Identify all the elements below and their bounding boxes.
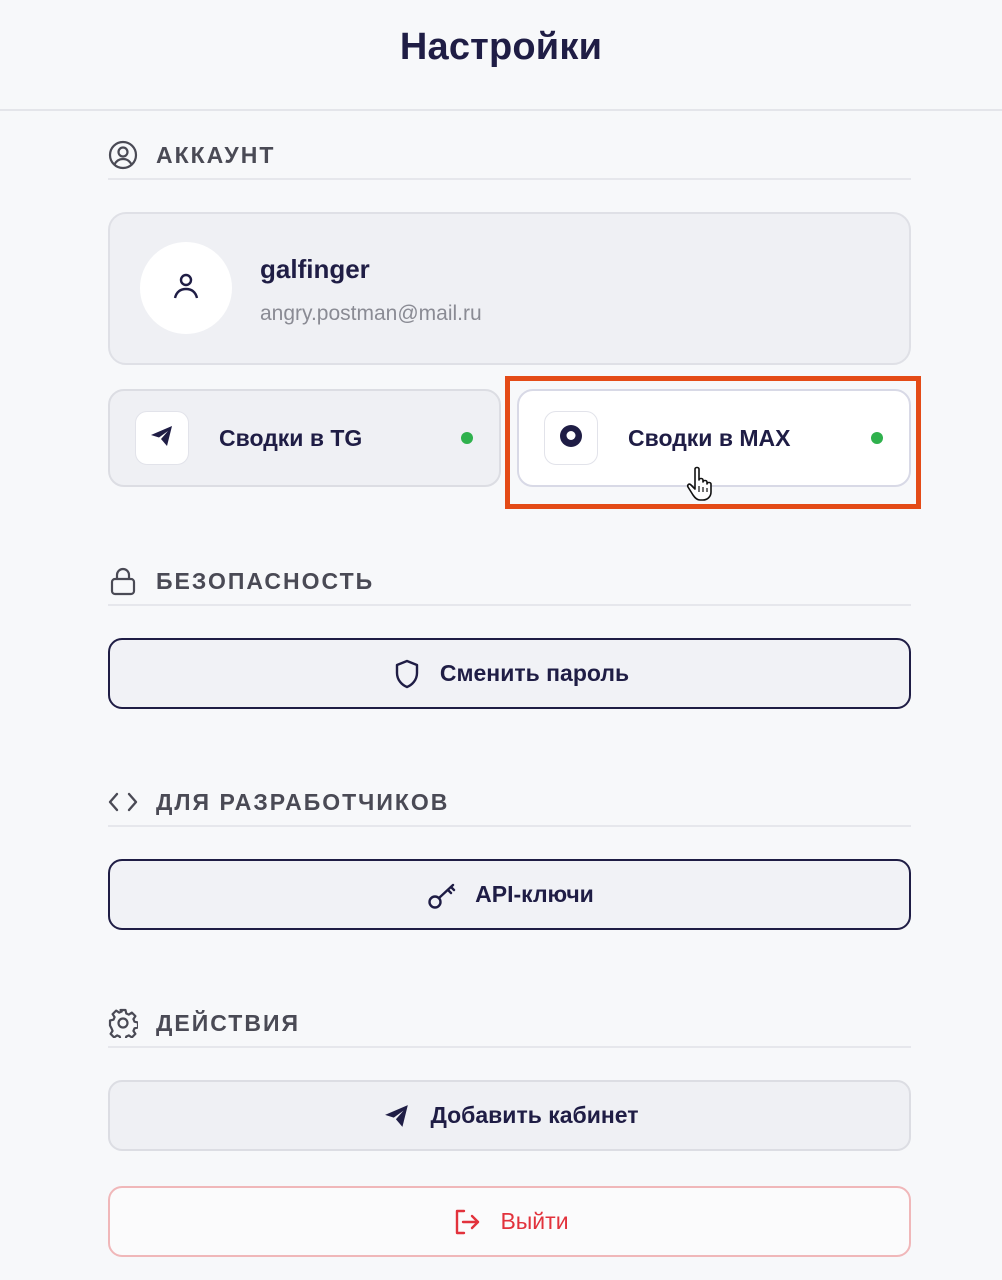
section-security-header: БЕЗОПАСНОСТЬ — [108, 558, 911, 606]
add-cabinet-button[interactable]: Добавить кабинет — [108, 1080, 911, 1151]
change-password-label: Сменить пароль — [439, 660, 630, 686]
digest-tg-badge — [135, 411, 189, 465]
digest-tg-label: Сводки в TG — [219, 424, 363, 451]
profile-username: galfinger — [260, 254, 370, 284]
digest-tg-status-dot — [461, 432, 473, 444]
gear-icon — [108, 1008, 138, 1038]
digest-tg-button[interactable]: Сводки в TG — [108, 389, 501, 487]
change-password-button[interactable]: Сменить пароль — [108, 638, 911, 709]
telegram-icon — [150, 425, 174, 452]
profile-card: galfinger angry.postman@mail.ru — [108, 212, 911, 365]
key-icon — [425, 878, 459, 912]
section-account-header: АККАУНТ — [108, 132, 911, 180]
api-keys-button[interactable]: API-ключи — [108, 859, 911, 930]
user-icon — [169, 269, 203, 308]
section-developers-title: ДЛЯ РАЗРАБОТЧИКОВ — [156, 788, 450, 815]
profile-email: angry.postman@mail.ru — [260, 302, 482, 325]
lock-icon — [108, 566, 138, 596]
page-title: Настройки — [399, 26, 603, 68]
section-security-title: БЕЗОПАСНОСТЬ — [156, 567, 375, 594]
logout-label: Выйти — [500, 1208, 569, 1234]
section-developers-header: ДЛЯ РАЗРАБОТЧИКОВ — [108, 779, 911, 827]
section-account-title: АККАУНТ — [156, 141, 276, 168]
telegram-icon — [380, 1099, 414, 1133]
logout-button[interactable]: Выйти — [108, 1186, 911, 1257]
logout-icon — [450, 1205, 484, 1239]
shield-icon — [390, 657, 424, 691]
code-icon — [108, 787, 138, 817]
hand-cursor-icon — [686, 466, 716, 502]
avatar — [140, 242, 232, 334]
user-circle-icon — [108, 140, 138, 170]
add-cabinet-label: Добавить кабинет — [430, 1102, 639, 1128]
page-header: Настройки — [0, 0, 1002, 111]
section-actions-title: ДЕЙСТВИЯ — [156, 1009, 301, 1036]
section-actions-header: ДЕЙСТВИЯ — [108, 1000, 911, 1048]
api-keys-label: API-ключи — [475, 881, 594, 907]
